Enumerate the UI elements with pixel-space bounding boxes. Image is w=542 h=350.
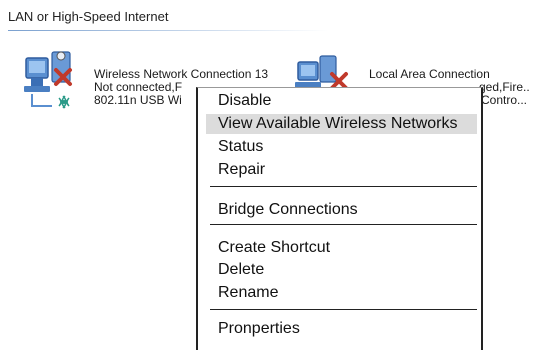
wireless-adapter-disconnected-icon: [24, 51, 72, 109]
menu-item-status[interactable]: Status: [218, 137, 263, 157]
lan-connection-device: Contro...: [481, 93, 528, 107]
wireless-connection-device: 802.11n USB Wi: [94, 93, 182, 107]
section-title: LAN or High-Speed Internet: [8, 9, 169, 24]
context-menu: Disable View Available Wireless Networks…: [196, 87, 483, 350]
menu-item-delete[interactable]: Delete: [218, 260, 264, 280]
section-divider: [8, 30, 328, 31]
menu-separator: [210, 186, 477, 187]
lan-connection-name: Local Area Connection: [369, 67, 490, 81]
menu-item-disable[interactable]: Disable: [218, 91, 271, 111]
menu-item-repair[interactable]: Repair: [218, 160, 265, 180]
menu-separator: [210, 224, 477, 225]
menu-separator: [210, 309, 477, 310]
menu-item-rename[interactable]: Rename: [218, 283, 278, 303]
menu-item-view-available-wireless-networks[interactable]: View Available Wireless Networks: [206, 114, 477, 134]
menu-item-bridge-connections[interactable]: Bridge Connections: [218, 200, 358, 220]
menu-item-create-shortcut[interactable]: Create Shortcut: [218, 238, 330, 258]
menu-item-properties[interactable]: Pronperties: [218, 319, 300, 339]
